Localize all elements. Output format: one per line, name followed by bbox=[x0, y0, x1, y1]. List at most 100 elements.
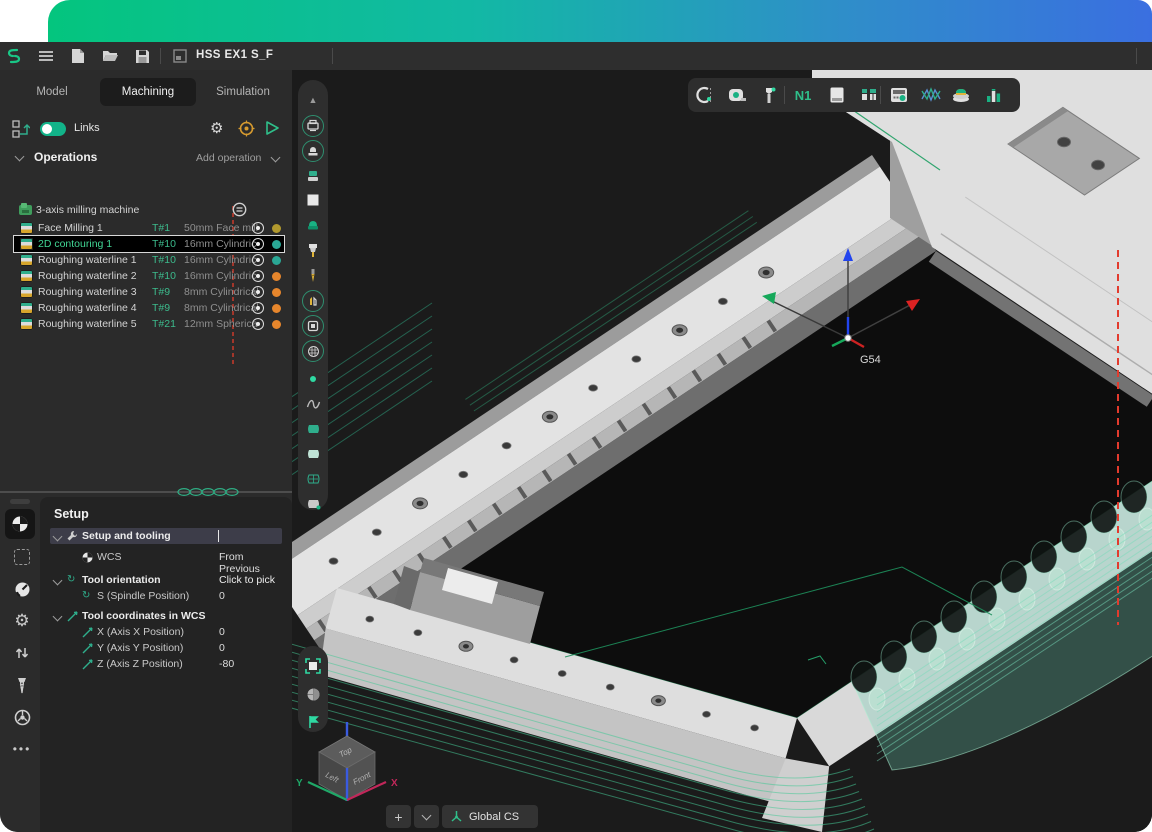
rotate-icon: ↻ bbox=[82, 590, 90, 601]
tab-simulation[interactable]: Simulation bbox=[200, 78, 286, 106]
toolpath-wave-icon[interactable] bbox=[918, 83, 944, 107]
holder-icon[interactable] bbox=[298, 238, 328, 262]
surface-light-icon[interactable] bbox=[298, 442, 328, 466]
splitter-handle[interactable] bbox=[176, 487, 252, 497]
links-icon[interactable] bbox=[12, 120, 30, 138]
strip-handle[interactable] bbox=[10, 499, 30, 504]
global-cs-button[interactable]: Global CS bbox=[442, 805, 538, 828]
machine-visibility-icon[interactable] bbox=[298, 114, 328, 138]
workpiece-visibility-icon[interactable] bbox=[298, 139, 328, 163]
toolbar-divider bbox=[784, 86, 785, 104]
save-icon[interactable] bbox=[130, 44, 154, 68]
rotary-target-icon[interactable] bbox=[238, 120, 255, 137]
operation-row[interactable]: Roughing waterline 5T#2112mm Spherica bbox=[14, 316, 284, 332]
tool-bit-icon[interactable] bbox=[298, 263, 328, 287]
c-axis-icon[interactable] bbox=[692, 83, 718, 107]
operation-row[interactable]: Roughing waterline 4T#98mm Cylindrical bbox=[14, 300, 284, 316]
operation-radio[interactable] bbox=[252, 318, 264, 330]
add-operation-button[interactable]: Add operation bbox=[196, 152, 261, 164]
machine-sequence-icon[interactable] bbox=[232, 202, 247, 217]
part-green-icon[interactable] bbox=[298, 213, 328, 237]
curve-icon[interactable] bbox=[298, 392, 328, 416]
surface-gray-icon[interactable] bbox=[298, 492, 328, 516]
axis-arrow-icon bbox=[82, 659, 93, 670]
setup-row-wcs[interactable]: WCS From Previous bbox=[52, 550, 282, 565]
status-dot bbox=[272, 240, 281, 249]
settings-gear-icon[interactable]: ⚙ bbox=[210, 119, 223, 137]
setup-row-z[interactable]: Z (Axis Z Position) -80 bbox=[52, 657, 282, 672]
handwheel-icon[interactable] bbox=[8, 703, 36, 731]
new-file-icon[interactable] bbox=[66, 44, 90, 68]
selection-marquee-icon[interactable] bbox=[8, 543, 36, 571]
part-small-icon[interactable] bbox=[298, 164, 328, 188]
operation-row[interactable]: Roughing waterline 1T#1016mm Cylindric bbox=[14, 252, 284, 268]
axis-arrow-icon bbox=[67, 611, 78, 622]
stock-panel-icon[interactable] bbox=[824, 83, 850, 107]
calculator-icon[interactable] bbox=[886, 83, 912, 107]
tooling-pair-icon[interactable] bbox=[856, 83, 882, 107]
statistics-icon[interactable] bbox=[980, 83, 1006, 107]
setup-row-spindle[interactable]: ↻ S (Spindle Position) 0 bbox=[52, 589, 282, 604]
surface-mesh-icon[interactable] bbox=[298, 467, 328, 491]
operation-row-selected[interactable]: 2D contouring 1T#1016mm Cylindric bbox=[14, 236, 284, 252]
app-logo-icon[interactable] bbox=[2, 44, 26, 68]
operation-radio[interactable] bbox=[252, 302, 264, 314]
more-ellipsis-icon[interactable]: ••• bbox=[8, 735, 36, 763]
add-operation-caret-icon[interactable] bbox=[271, 153, 281, 163]
stock-square-icon[interactable] bbox=[298, 188, 328, 212]
links-toggle[interactable] bbox=[40, 122, 66, 136]
operation-radio[interactable] bbox=[252, 222, 264, 234]
add-cs-button[interactable]: + bbox=[386, 805, 411, 828]
app-window: HSS EX1 S_F Model Machining Simulation L… bbox=[0, 42, 1152, 832]
visibility-toolbar: ▲ bbox=[298, 80, 328, 510]
wcs-mode-active-tile[interactable] bbox=[5, 509, 35, 539]
menu-icon[interactable] bbox=[34, 44, 58, 68]
layers-icon[interactable] bbox=[948, 83, 974, 107]
tab-machining[interactable]: Machining bbox=[100, 78, 196, 106]
table-visibility-icon[interactable] bbox=[298, 314, 328, 338]
gear-icon[interactable]: ⚙ bbox=[8, 607, 36, 635]
setup-row-x[interactable]: X (Axis X Position) 0 bbox=[52, 625, 282, 640]
gauge-icon[interactable] bbox=[8, 575, 36, 603]
surface-green-icon[interactable] bbox=[298, 417, 328, 441]
operations-title: Operations bbox=[34, 150, 97, 164]
open-folder-icon[interactable] bbox=[98, 44, 122, 68]
setup-row-tool-orientation[interactable]: ↻ Tool orientation Click to pick bbox=[52, 573, 282, 588]
machine-row[interactable]: 3-axis milling machine bbox=[14, 202, 284, 218]
operation-row[interactable]: Roughing waterline 2T#1016mm Cylindric bbox=[14, 268, 284, 284]
status-dot bbox=[272, 256, 281, 265]
cs-dropdown-button[interactable] bbox=[414, 805, 439, 828]
operation-radio[interactable] bbox=[252, 238, 264, 250]
fit-view-icon[interactable] bbox=[298, 654, 328, 678]
status-dot bbox=[272, 320, 281, 329]
run-play-icon[interactable] bbox=[264, 120, 280, 136]
operation-radio[interactable] bbox=[252, 286, 264, 298]
operation-row[interactable]: Face Milling 1T#150mm Face mill bbox=[14, 220, 284, 236]
nc-program-button[interactable]: N1 bbox=[790, 83, 816, 107]
chevron-down-icon[interactable] bbox=[53, 532, 63, 542]
setup-row-y[interactable]: Y (Axis Y Position) 0 bbox=[52, 641, 282, 656]
fixture-visibility-icon[interactable] bbox=[298, 289, 328, 313]
measure-tape-icon[interactable] bbox=[724, 83, 750, 107]
drill-icon[interactable] bbox=[8, 671, 36, 699]
flag-icon[interactable] bbox=[298, 710, 328, 734]
mesh-visibility-icon[interactable] bbox=[298, 339, 328, 363]
point-icon[interactable] bbox=[298, 367, 328, 391]
chevron-down-icon[interactable] bbox=[53, 612, 63, 622]
chevron-down-icon[interactable] bbox=[53, 576, 63, 586]
operation-row[interactable]: Roughing waterline 3T#98mm Cylindrical bbox=[14, 284, 284, 300]
operation-radio[interactable] bbox=[252, 254, 264, 266]
orbit-sphere-icon[interactable] bbox=[298, 682, 328, 706]
tab-model[interactable]: Model bbox=[8, 78, 96, 106]
operation-radio[interactable] bbox=[252, 270, 264, 282]
axis-arrow-icon bbox=[82, 627, 93, 638]
operations-collapse-icon[interactable] bbox=[15, 152, 25, 162]
swap-arrows-icon[interactable] bbox=[8, 639, 36, 667]
wcs-small-icon bbox=[82, 552, 93, 563]
setup-row-tool-coordinates[interactable]: Tool coordinates in WCS bbox=[52, 609, 282, 624]
viewport-3d[interactable]: G54 Top Left Front Y X bbox=[292, 70, 1152, 832]
titlebar-divider bbox=[160, 48, 161, 64]
caliper-icon[interactable] bbox=[756, 83, 782, 107]
setup-row-setup-and-tooling[interactable]: Setup and tooling bbox=[52, 529, 282, 544]
collapse-up-icon[interactable]: ▲ bbox=[298, 88, 328, 112]
